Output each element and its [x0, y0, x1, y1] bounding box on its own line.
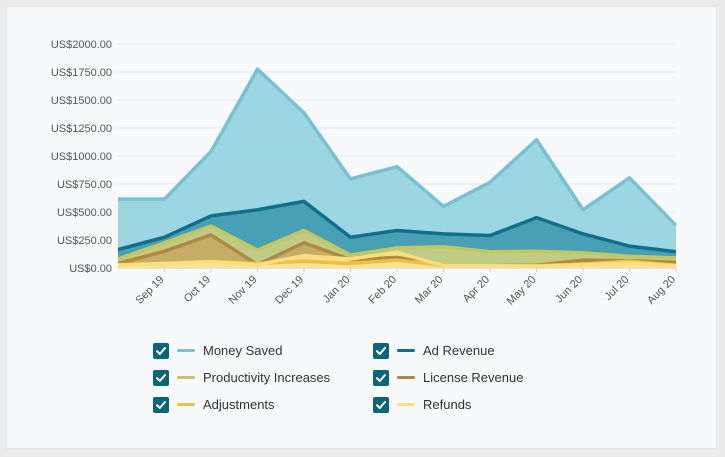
checkmark-icon	[156, 373, 166, 382]
y-tick-label: US$500.00	[57, 207, 112, 219]
legend-label: Productivity Increases	[203, 370, 331, 385]
checkmark-icon	[376, 400, 386, 409]
legend-item-adjustments[interactable]: Adjustments	[153, 395, 373, 414]
checkmark-icon	[376, 373, 386, 382]
chart-card: US$0.00 US$250.00 US$500.00 US$750.00 US$100…	[6, 6, 717, 449]
x-tick-label: Jul 20	[602, 274, 631, 303]
y-tick-label: US$0.00	[69, 263, 112, 275]
legend-label: Adjustments	[203, 397, 275, 412]
legend-checkbox[interactable]	[373, 396, 389, 413]
x-tick-label: Jan 20	[321, 274, 353, 306]
legend-checkbox[interactable]	[153, 369, 169, 386]
chart-legend: Money Saved Ad Revenue Productivity Increa…	[153, 341, 573, 414]
x-tick-label: Feb 20	[366, 274, 399, 307]
legend-swatch	[397, 349, 415, 352]
legend-swatch	[397, 376, 415, 379]
legend-swatch	[177, 403, 195, 406]
legend-swatch	[397, 403, 415, 406]
area-chart: US$0.00 US$250.00 US$500.00 US$750.00 US$100…	[51, 39, 678, 308]
legend-checkbox[interactable]	[153, 342, 169, 359]
y-tick-label: US$1500.00	[51, 95, 112, 107]
legend-label: Refunds	[423, 397, 472, 412]
y-tick-label: US$750.00	[57, 179, 112, 191]
x-tick-label: Mar 20	[413, 274, 446, 307]
x-tick-label: Jun 20	[553, 274, 585, 306]
legend-item-money-saved[interactable]: Money Saved	[153, 341, 373, 360]
legend-item-productivity-increases[interactable]: Productivity Increases	[153, 368, 373, 387]
y-tick-label: US$1750.00	[51, 67, 112, 79]
legend-checkbox[interactable]	[373, 369, 389, 386]
x-tick-label: Oct 19	[182, 274, 213, 305]
x-tick-label: Sep 19	[133, 274, 166, 307]
legend-item-refunds[interactable]: Refunds	[373, 395, 573, 414]
legend-swatch	[177, 349, 195, 352]
checkmark-icon	[376, 346, 386, 355]
y-tick-label: US$250.00	[57, 235, 112, 247]
legend-label: Ad Revenue	[423, 343, 495, 358]
x-tick-label: Dec 19	[273, 274, 306, 307]
legend-label: Money Saved	[203, 343, 283, 358]
x-tick-label: Nov 19	[226, 274, 259, 307]
x-tick-label: Aug 20	[645, 274, 678, 307]
y-tick-label: US$1250.00	[51, 123, 112, 135]
legend-item-ad-revenue[interactable]: Ad Revenue	[373, 341, 573, 360]
legend-item-license-revenue[interactable]: License Revenue	[373, 368, 573, 387]
x-tick-label: Apr 20	[461, 274, 492, 305]
legend-checkbox[interactable]	[153, 396, 169, 413]
legend-label: License Revenue	[423, 370, 524, 385]
x-tick-label: May 20	[505, 274, 539, 308]
y-tick-label: US$2000.00	[51, 39, 112, 51]
checkmark-icon	[156, 400, 166, 409]
y-tick-label: US$1000.00	[51, 151, 112, 163]
legend-checkbox[interactable]	[373, 342, 389, 359]
checkmark-icon	[156, 346, 166, 355]
legend-swatch	[177, 376, 195, 379]
